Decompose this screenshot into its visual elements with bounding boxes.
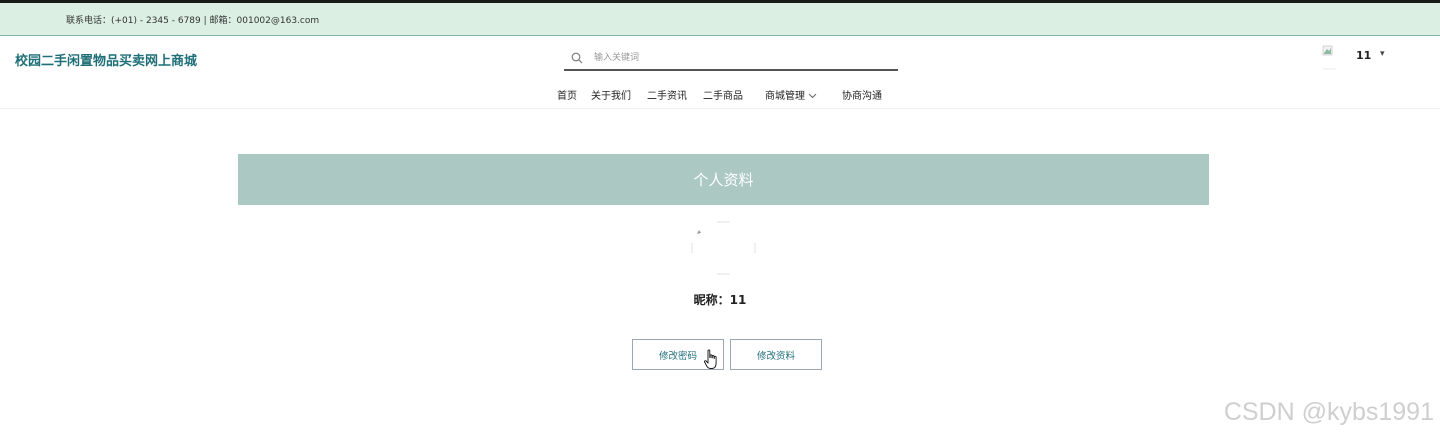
site-title[interactable]: 校园二手闲置物品买卖网上商城 — [15, 50, 197, 69]
edit-profile-button[interactable]: 修改资料 — [730, 339, 822, 370]
nickname-value: 11 — [729, 293, 747, 307]
nav-chat[interactable]: 协商沟通 — [842, 87, 882, 102]
user-avatar[interactable] — [1322, 40, 1344, 70]
nickname: 昵称：11 — [0, 291, 1440, 308]
nickname-label: 昵称： — [693, 293, 730, 307]
nav-goods[interactable]: 二手商品 — [703, 87, 743, 102]
site-header: 校园二手闲置物品买卖网上商城 首页 关于我们 二手资讯 二手商品 商城管理 协商… — [0, 36, 1440, 109]
contact-info: 联系电话：(+01) - 2345 - 6789 | 邮箱：001002@163… — [66, 16, 320, 26]
search-icon[interactable] — [571, 52, 583, 64]
nav-about[interactable]: 关于我们 — [591, 87, 631, 102]
profile-avatar — [691, 221, 756, 275]
user-menu-caret-icon[interactable]: ▾ — [1380, 49, 1385, 59]
user-name[interactable]: 11 — [1356, 49, 1371, 62]
watermark: CSDN @kybs1991 — [1223, 398, 1434, 426]
chevron-down-icon — [808, 93, 817, 99]
page-title: 个人资料 — [693, 171, 754, 189]
contact-bar: 联系电话：(+01) - 2345 - 6789 | 邮箱：001002@163… — [0, 3, 1440, 36]
profile-banner: 个人资料 — [238, 154, 1209, 205]
nav-mall-manage[interactable]: 商城管理 — [765, 87, 817, 102]
search-box — [564, 46, 898, 71]
nav-home[interactable]: 首页 — [557, 87, 577, 102]
hand-pointer-icon — [704, 349, 717, 369]
search-input[interactable] — [594, 49, 884, 67]
nav-mall-manage-label: 商城管理 — [765, 91, 805, 102]
main-nav: 首页 关于我们 二手资讯 二手商品 商城管理 协商沟通 — [0, 87, 1440, 102]
nav-news[interactable]: 二手资讯 — [647, 87, 687, 102]
